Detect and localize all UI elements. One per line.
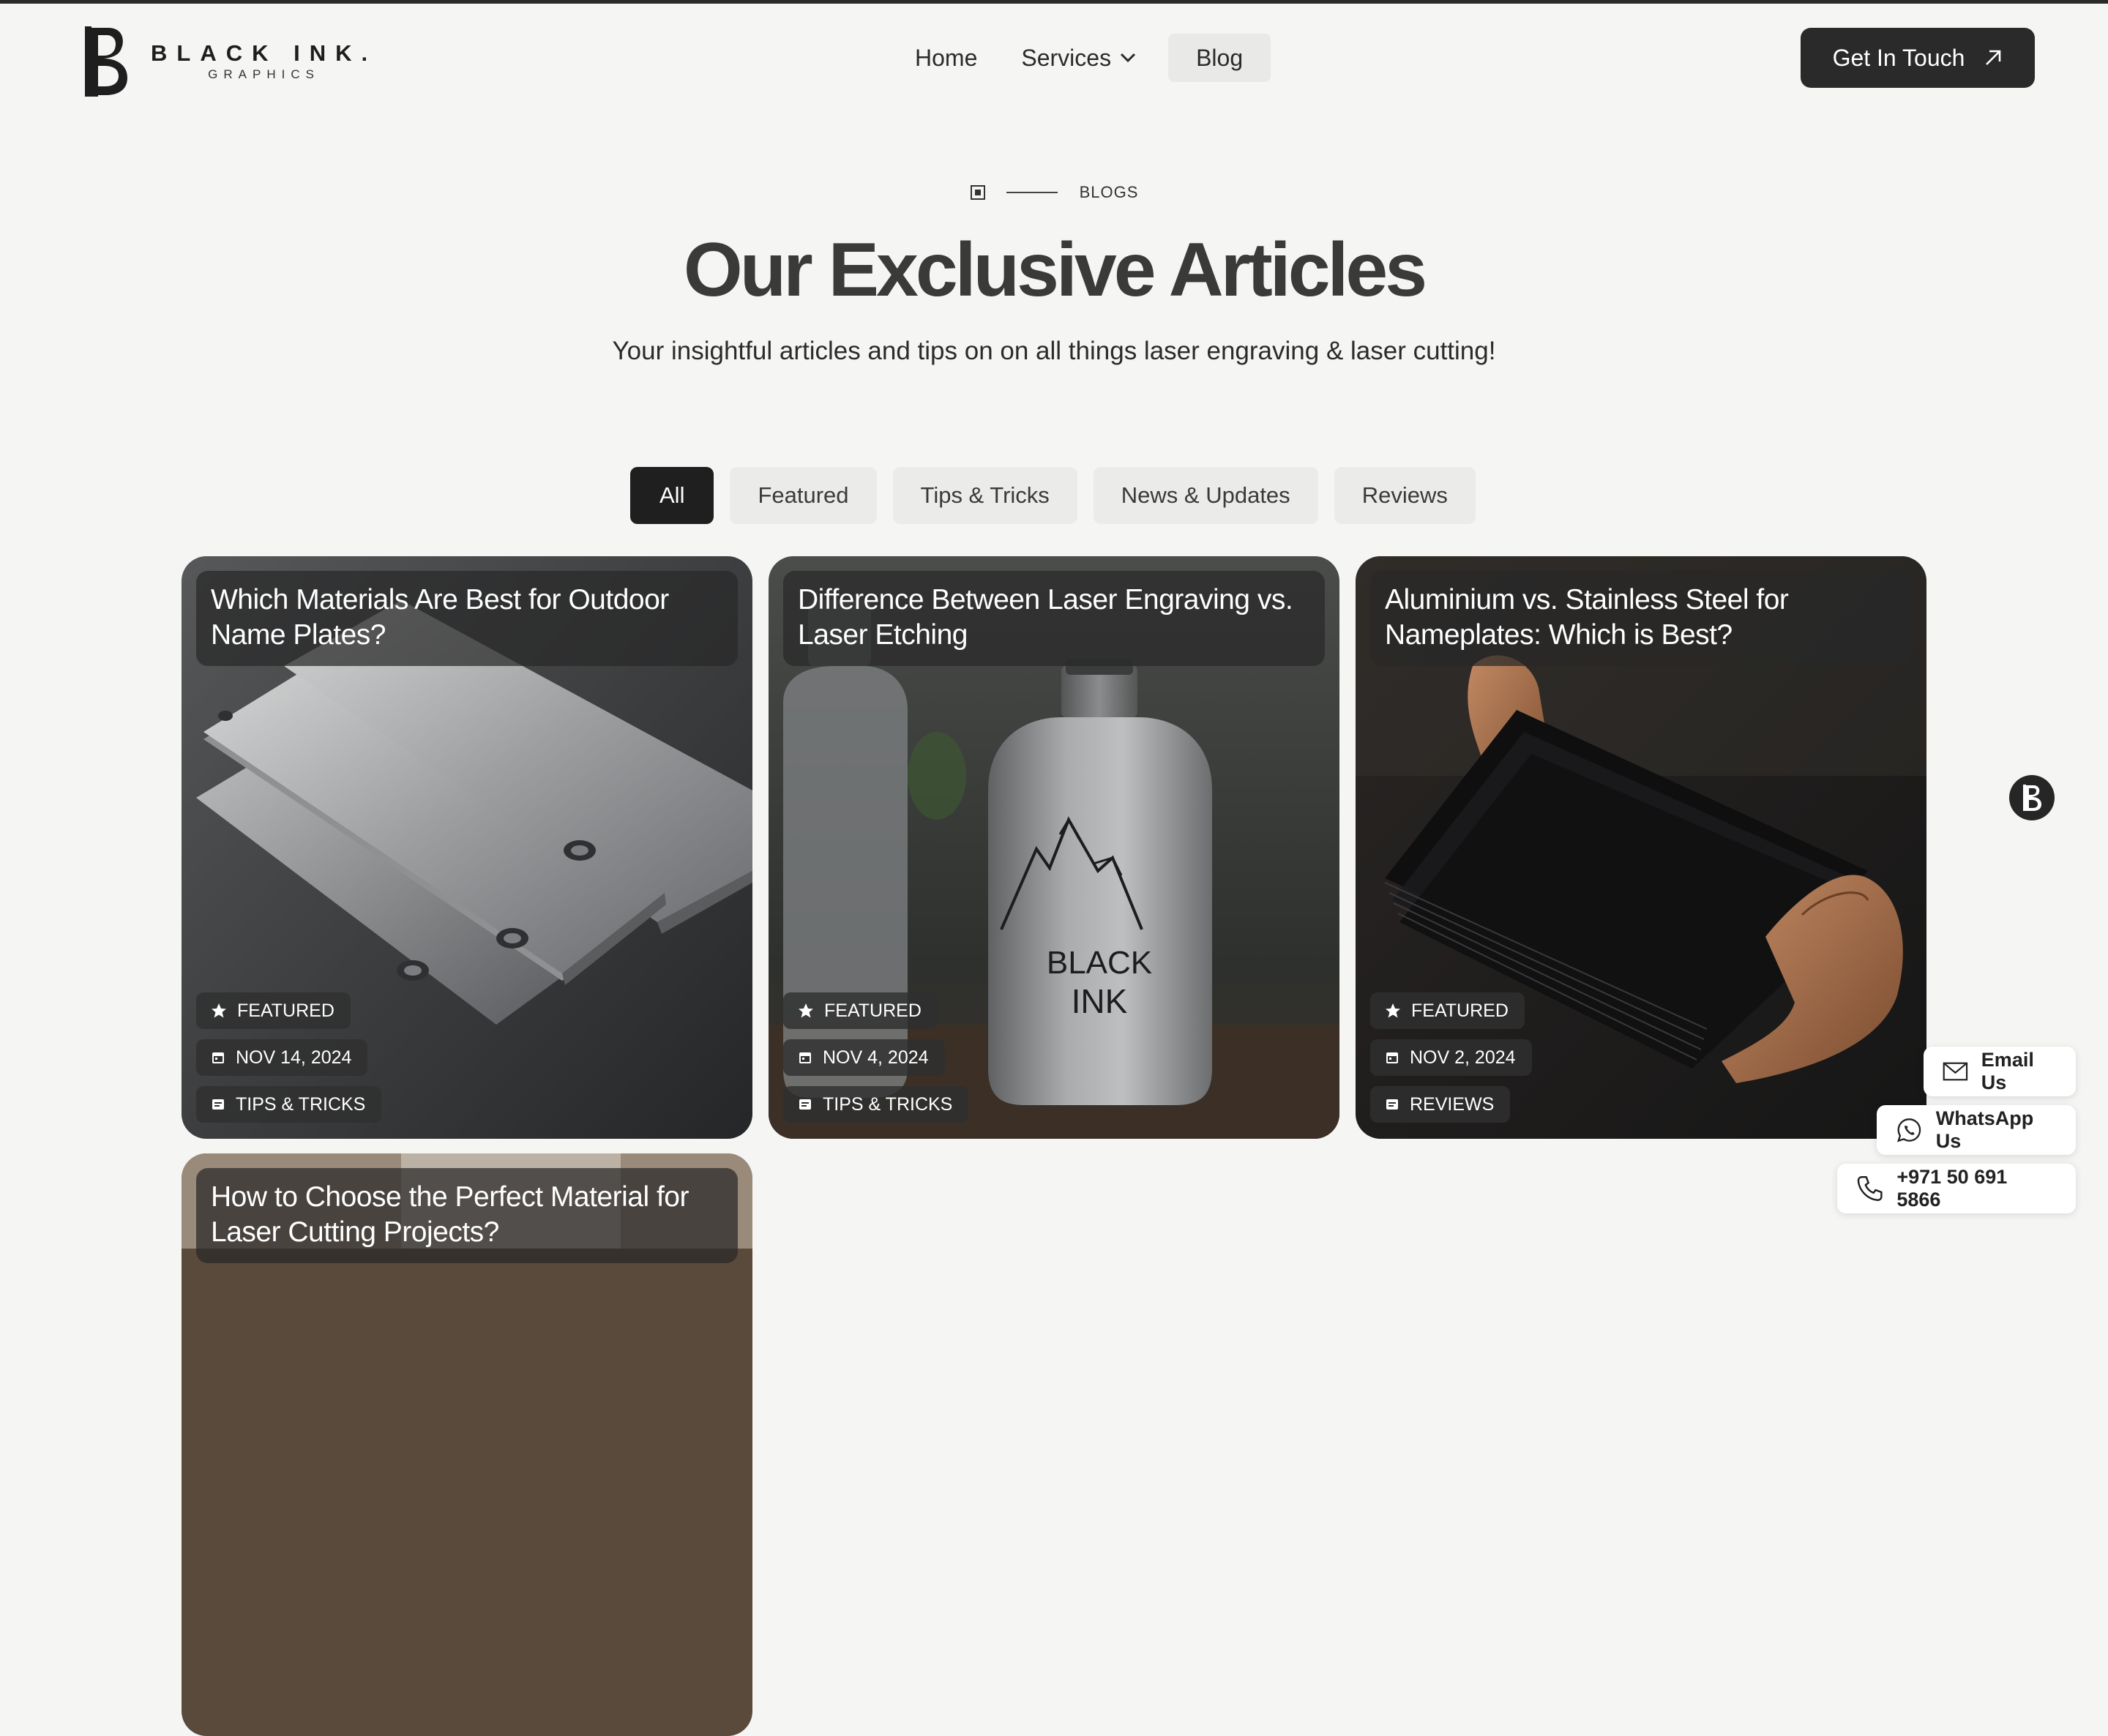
star-icon — [799, 1003, 813, 1018]
phone-icon — [1857, 1176, 1883, 1201]
document-icon — [799, 1099, 811, 1110]
cta-label: Get In Touch — [1832, 44, 1965, 71]
badge-label: FEATURED — [1411, 1000, 1509, 1021]
badge-category[interactable]: TIPS & TRICKS — [783, 1086, 969, 1123]
card-title: Difference Between Laser Engraving vs. L… — [783, 571, 1325, 666]
filter-all[interactable]: All — [630, 467, 714, 524]
badge-label: FEATURED — [237, 1000, 334, 1021]
card-title: How to Choose the Perfect Material for L… — [196, 1168, 738, 1263]
badge-label: FEATURED — [824, 1000, 922, 1021]
page-subtitle: Your insightful articles and tips on on … — [612, 337, 1496, 365]
document-icon — [1386, 1099, 1398, 1110]
article-card[interactable]: Aluminium vs. Stainless Steel for Namepl… — [1356, 556, 1926, 1139]
nav-services-label: Services — [1021, 45, 1112, 71]
date-label: NOV 4, 2024 — [823, 1047, 929, 1068]
category-label: TIPS & TRICKS — [823, 1093, 953, 1115]
document-icon — [212, 1099, 224, 1110]
filter-featured[interactable]: Featured — [730, 467, 877, 524]
badge-featured[interactable]: FEATURED — [783, 992, 938, 1029]
badge-category[interactable]: REVIEWS — [1370, 1086, 1511, 1123]
star-icon — [212, 1003, 226, 1018]
nav-services[interactable]: Services — [999, 34, 1158, 82]
square-dot-icon — [970, 185, 985, 200]
calendar-icon — [212, 1052, 224, 1063]
badge-featured[interactable]: FEATURED — [1370, 992, 1525, 1029]
eyebrow-label: BLOGS — [1079, 183, 1139, 201]
category-filters: All Featured Tips & Tricks News & Update… — [630, 467, 1476, 524]
phone-button[interactable]: +971 50 691 5866 — [1837, 1164, 2076, 1213]
whatsapp-us-button[interactable]: WhatsApp Us — [1877, 1105, 2076, 1155]
page-title: Our Exclusive Articles — [683, 228, 1427, 313]
whatsapp-us-label: WhatsApp Us — [1935, 1107, 2034, 1152]
star-icon — [1386, 1003, 1400, 1018]
category-label: TIPS & TRICKS — [236, 1093, 366, 1115]
badge-date: NOV 14, 2024 — [196, 1039, 368, 1076]
filter-tips-tricks[interactable]: Tips & Tricks — [892, 467, 1077, 524]
mail-icon — [1943, 1062, 1968, 1081]
whatsapp-icon — [1896, 1118, 1921, 1142]
eyebrow-divider — [1006, 192, 1058, 193]
main-nav: Home Services Blog — [893, 34, 1271, 82]
card-title: Which Materials Are Best for Outdoor Nam… — [196, 571, 738, 666]
phone-label: +971 50 691 5866 — [1896, 1166, 2008, 1211]
bottle-print-black: BLACK — [1047, 945, 1152, 981]
calendar-icon — [799, 1052, 811, 1063]
card-title: Aluminium vs. Stainless Steel for Namepl… — [1370, 571, 1912, 666]
calendar-icon — [1386, 1052, 1398, 1063]
email-us-button[interactable]: Email Us — [1924, 1047, 2076, 1096]
brand-logo[interactable]: BLACK INK. GRAPHICS — [82, 22, 377, 101]
badge-category[interactable]: TIPS & TRICKS — [196, 1086, 382, 1123]
filter-news-updates[interactable]: News & Updates — [1093, 467, 1318, 524]
article-card[interactable]: BLACK INK Difference Between Laser Engra… — [769, 556, 1339, 1139]
date-label: NOV 2, 2024 — [1410, 1047, 1516, 1068]
floating-brand-icon[interactable] — [2008, 774, 2055, 821]
section-eyebrow: BLOGS — [0, 183, 2108, 202]
article-card[interactable]: Which Materials Are Best for Outdoor Nam… — [182, 556, 752, 1139]
article-card[interactable]: How to Choose the Perfect Material for L… — [182, 1153, 752, 1736]
filter-reviews[interactable]: Reviews — [1334, 467, 1476, 524]
top-border — [0, 0, 2108, 4]
bottle-print-ink: INK — [1072, 982, 1128, 1020]
badge-date: NOV 2, 2024 — [1370, 1039, 1532, 1076]
brand-tagline: GRAPHICS — [208, 67, 320, 81]
logo-mark-icon — [85, 26, 127, 97]
arrow-up-right-icon — [1986, 50, 2001, 65]
get-in-touch-button[interactable]: Get In Touch — [1801, 28, 2035, 88]
brand-name: BLACK INK. — [151, 40, 378, 66]
badge-featured[interactable]: FEATURED — [196, 992, 351, 1029]
date-label: NOV 14, 2024 — [236, 1047, 352, 1068]
category-label: REVIEWS — [1410, 1093, 1495, 1115]
chevron-down-icon — [1121, 53, 1136, 63]
nav-home[interactable]: Home — [893, 34, 999, 82]
nav-blog[interactable]: Blog — [1168, 34, 1271, 82]
badge-date: NOV 4, 2024 — [783, 1039, 945, 1076]
email-us-label: Email Us — [1981, 1049, 2034, 1093]
